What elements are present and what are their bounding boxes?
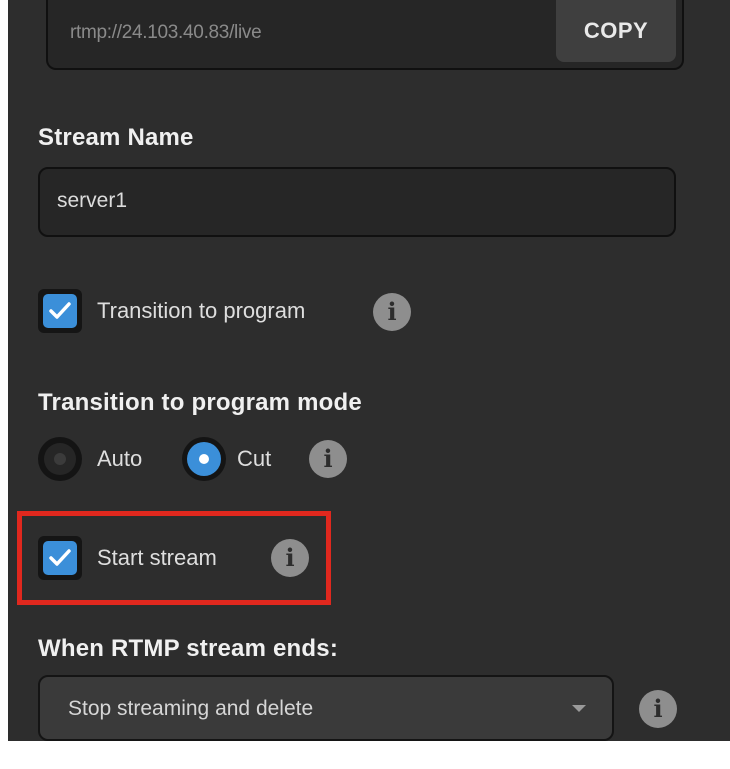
rtmp-end-label: When RTMP stream ends: xyxy=(38,635,339,662)
info-icon[interactable]: i xyxy=(373,293,411,331)
stream-name-label: Stream Name xyxy=(38,124,194,151)
transition-to-program-checkbox[interactable] xyxy=(38,289,82,333)
server-url-field[interactable]: rtmp://24.103.40.83/live COPY xyxy=(46,0,684,70)
radio-auto-ring xyxy=(44,443,76,475)
start-stream-highlight xyxy=(17,511,331,605)
checkbox-checked-fill xyxy=(43,294,77,328)
radio-auto-label: Auto xyxy=(97,446,143,471)
server-url-value: rtmp://24.103.40.83/live xyxy=(70,22,262,43)
info-icon[interactable]: i xyxy=(309,440,347,478)
checkmark-icon xyxy=(49,302,71,319)
copy-button[interactable]: COPY xyxy=(556,0,676,62)
radio-auto-dot xyxy=(54,453,66,465)
radio-cut[interactable] xyxy=(182,437,226,481)
rtmp-end-dropdown[interactable]: Stop streaming and delete xyxy=(38,675,614,741)
rtmp-end-selected: Stop streaming and delete xyxy=(68,697,314,720)
chevron-down-icon xyxy=(572,705,586,712)
transition-mode-label: Transition to program mode xyxy=(38,389,362,416)
settings-panel: rtmp://24.103.40.83/live COPY Stream Nam… xyxy=(8,0,730,741)
stream-name-value: server1 xyxy=(57,189,128,212)
transition-to-program-label: Transition to program xyxy=(97,298,306,323)
radio-auto[interactable] xyxy=(38,437,82,481)
radio-cut-ring xyxy=(187,442,221,476)
radio-cut-dot xyxy=(199,454,209,464)
radio-cut-label: Cut xyxy=(237,446,272,471)
stream-name-input[interactable]: server1 xyxy=(38,167,676,237)
info-icon[interactable]: i xyxy=(639,690,677,728)
